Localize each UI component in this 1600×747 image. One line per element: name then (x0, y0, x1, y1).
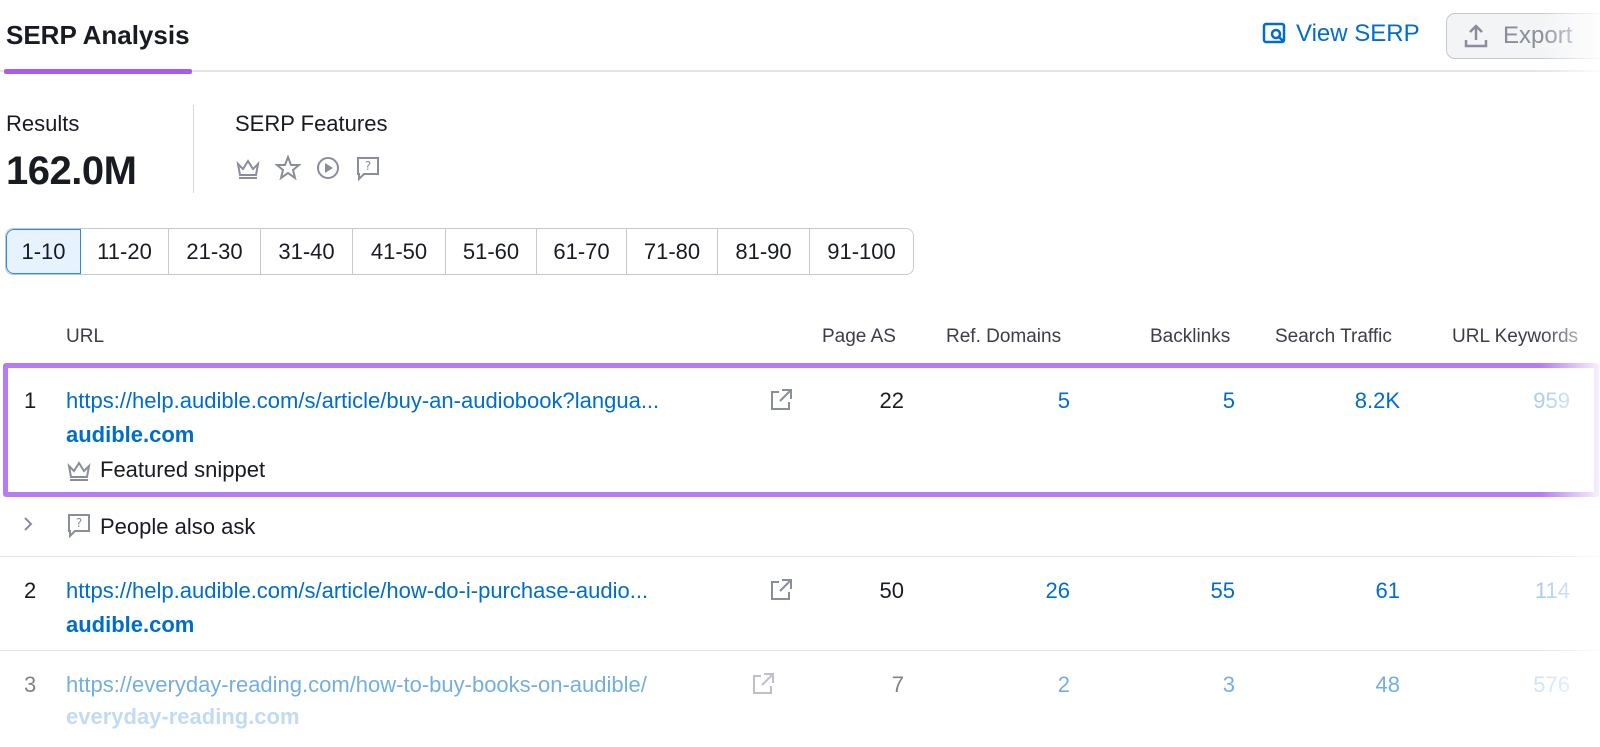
serp-features-stat: SERP Features ? (235, 111, 435, 181)
page-71-80[interactable]: 71-80 (627, 229, 718, 274)
page-11-20[interactable]: 11-20 (81, 229, 169, 274)
result-url[interactable]: https://everyday-reading.com/how-to-buy-… (66, 672, 756, 698)
svg-text:?: ? (76, 516, 82, 530)
page-title: SERP Analysis (6, 20, 190, 50)
row-number: 2 (24, 578, 37, 603)
view-serp-label: View SERP (1296, 20, 1420, 47)
result-url[interactable]: https://help.audible.com/s/article/how-d… (66, 578, 756, 604)
stats-divider (193, 105, 194, 193)
page-21-30[interactable]: 21-30 (169, 229, 261, 274)
result-domain[interactable]: audible.com (66, 612, 194, 638)
search-traffic-value[interactable]: 48 (1376, 672, 1400, 698)
results-label: Results (6, 111, 80, 136)
page-81-90[interactable]: 81-90 (718, 229, 810, 274)
page-91-100[interactable]: 91-100 (810, 229, 913, 274)
featured-snippet-badge: Featured snippet (66, 457, 265, 483)
active-tab-underline (4, 69, 192, 74)
backlinks-value[interactable]: 55 (1211, 578, 1235, 604)
svg-text:?: ? (365, 159, 371, 173)
row-separator (0, 556, 1600, 557)
page-as-value: 50 (879, 578, 904, 603)
header: SERP Analysis View SERP Export (0, 0, 1600, 74)
crown-icon (66, 457, 92, 483)
table-header: URL Page AS Ref. Domains Backlinks Searc… (0, 320, 1600, 356)
upload-icon (1463, 23, 1489, 49)
search-traffic-value[interactable]: 61 (1376, 578, 1400, 604)
row-number: 3 (24, 672, 37, 697)
col-backlinks[interactable]: Backlinks (1150, 326, 1230, 348)
external-link-icon[interactable] (768, 577, 794, 603)
serp-features-label: SERP Features (235, 111, 388, 136)
chevron-right-icon[interactable] (18, 514, 38, 534)
result-domain[interactable]: audible.com (66, 422, 194, 448)
results-value: 162.0M (6, 149, 137, 193)
ref-domains-value[interactable]: 5 (1058, 388, 1070, 414)
people-also-ask-label: People also ask (100, 514, 256, 539)
people-also-ask-row[interactable]: ? People also ask (0, 500, 1600, 556)
ref-domains-value[interactable]: 2 (1058, 672, 1070, 698)
search-page-icon (1262, 21, 1288, 47)
external-link-icon[interactable] (768, 387, 794, 413)
table-row: 2 https://help.audible.com/s/article/how… (0, 578, 1600, 648)
page-31-40[interactable]: 31-40 (261, 229, 353, 274)
export-label: Export (1503, 22, 1573, 49)
featured-snippet-label: Featured snippet (100, 457, 266, 482)
page-41-50[interactable]: 41-50 (353, 229, 446, 274)
page-as-value: 7 (891, 672, 904, 697)
table-row: 3 https://everyday-reading.com/how-to-bu… (0, 672, 1600, 742)
question-box-icon: ? (66, 512, 92, 539)
row-number: 1 (24, 388, 37, 413)
backlinks-value[interactable]: 3 (1223, 672, 1235, 698)
page-51-60[interactable]: 51-60 (446, 229, 537, 274)
external-link-icon[interactable] (750, 671, 776, 697)
result-domain[interactable]: everyday-reading.com (66, 704, 300, 730)
url-keywords-value[interactable]: 576 (1533, 672, 1570, 698)
question-box-icon[interactable]: ? (355, 155, 381, 181)
feature-icons: ? (235, 155, 435, 181)
page-1-10[interactable]: 1-10 (6, 229, 81, 274)
export-button[interactable]: Export (1446, 13, 1600, 59)
crown-icon[interactable] (235, 155, 261, 181)
pagination: 1-10 11-20 21-30 31-40 41-50 51-60 61-70… (5, 228, 914, 275)
star-icon[interactable] (275, 155, 301, 181)
search-traffic-value[interactable]: 8.2K (1355, 388, 1400, 414)
col-url-keywords[interactable]: URL Keywords (1452, 326, 1578, 348)
table-row: 1 https://help.audible.com/s/article/buy… (0, 385, 1600, 495)
url-keywords-value[interactable]: 114 (1535, 578, 1570, 604)
play-circle-icon[interactable] (315, 155, 341, 181)
result-url[interactable]: https://help.audible.com/s/article/buy-a… (66, 388, 756, 414)
ref-domains-value[interactable]: 26 (1046, 578, 1070, 604)
page-as-value: 22 (879, 388, 904, 413)
results-stat: Results 162.0M (6, 111, 186, 194)
col-page-as[interactable]: Page AS (822, 326, 896, 348)
url-keywords-value[interactable]: 959 (1533, 388, 1570, 414)
tab-serp-analysis[interactable]: SERP Analysis (4, 0, 192, 74)
backlinks-value[interactable]: 5 (1223, 388, 1235, 414)
col-url[interactable]: URL (66, 326, 104, 348)
view-serp-button[interactable]: View SERP (1262, 20, 1420, 48)
row-separator (0, 650, 1600, 651)
col-search-traffic[interactable]: Search Traffic (1275, 326, 1392, 348)
page-61-70[interactable]: 61-70 (537, 229, 627, 274)
col-ref-domains[interactable]: Ref. Domains (946, 326, 1061, 348)
